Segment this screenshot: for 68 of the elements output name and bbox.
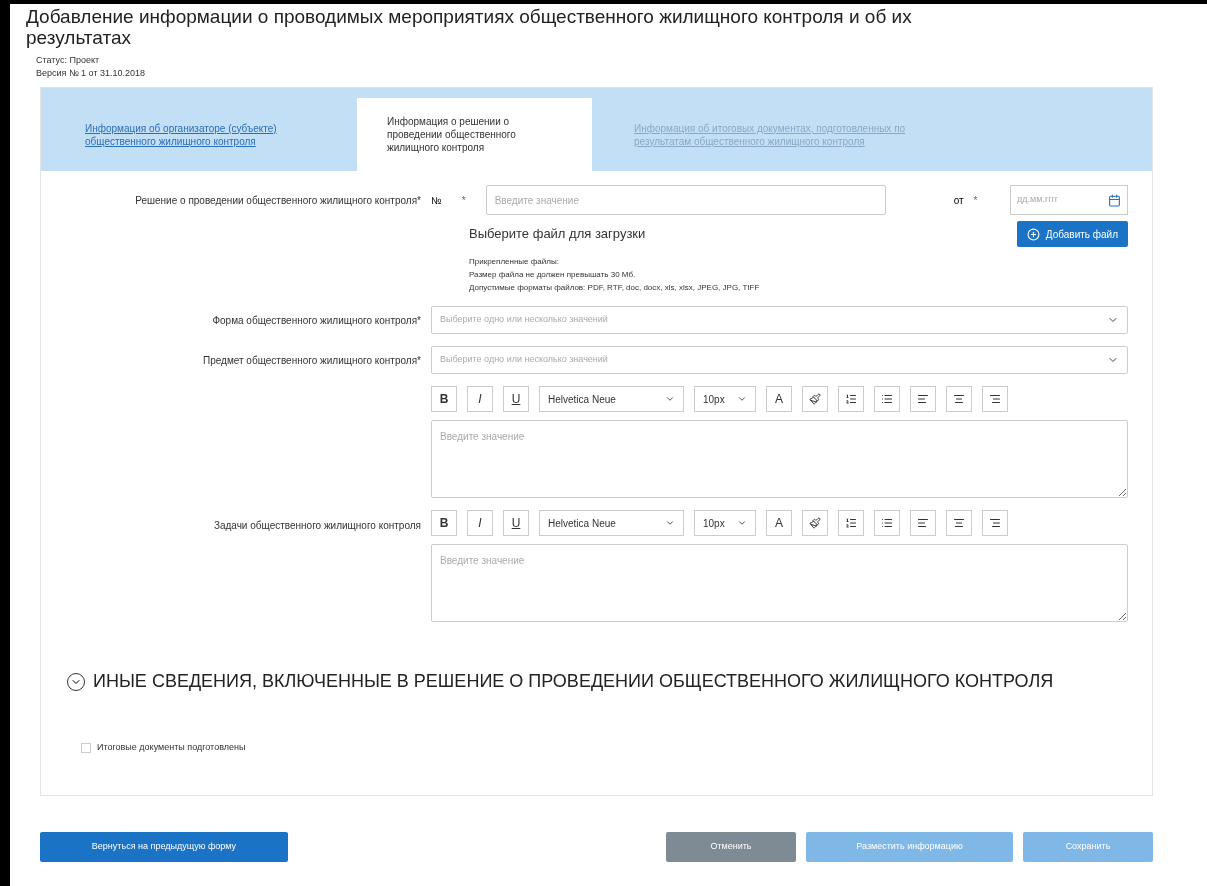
- align-left-icon: [917, 393, 929, 405]
- list-button[interactable]: [874, 386, 900, 412]
- date-label: от: [953, 193, 964, 208]
- align-center-button[interactable]: [946, 510, 972, 536]
- size-select[interactable]: 10px: [694, 510, 756, 536]
- checkbox-label: Итоговые документы подготовлены: [97, 741, 246, 754]
- bold-button[interactable]: B: [431, 386, 457, 412]
- back-button[interactable]: Вернуться на предыдущую форму: [40, 831, 288, 862]
- file-note: Допустимые форматы файлов: PDF, RTF, doc, docx, xls, xlsx, JPEG, JPG, TIFF: [469, 282, 761, 294]
- brush-button[interactable]: [802, 510, 828, 536]
- version-text: Версия № 1 от 31.10.2018: [36, 67, 147, 80]
- brush-icon: [809, 393, 821, 405]
- number-label: №: [431, 193, 442, 208]
- page-title: Добавление информации о проводимых мероприятиях общественного жилищного контроля и об их результатах: [26, 6, 913, 48]
- list-icon: [881, 517, 893, 529]
- ordered-list-icon: [845, 517, 857, 529]
- number-input[interactable]: Введите значение: [485, 185, 886, 215]
- brush-button[interactable]: [802, 386, 828, 412]
- field-label: Форма общественного жилищного контроля*: [211, 313, 421, 328]
- font-select[interactable]: Helvetica Neue: [539, 386, 684, 412]
- align-right-button[interactable]: [982, 386, 1008, 412]
- required-mark: *: [973, 193, 978, 208]
- field-label: Решение о проведении общественного жилищного контроля*: [134, 194, 421, 208]
- tab[interactable]: Информация о решении о проведении общественного жилищного контроля: [357, 98, 592, 171]
- file-note: Размер файла не должен превышать 30 Мб.: [469, 269, 637, 281]
- calendar-icon[interactable]: [1108, 193, 1121, 207]
- align-left-button[interactable]: [910, 510, 936, 536]
- align-right-icon: [989, 517, 1001, 529]
- list-icon: [881, 393, 893, 405]
- status-text: Статус: Проект: [36, 54, 101, 67]
- upload-hint: Выберите файл для загрузки: [469, 225, 646, 244]
- required-mark: *: [461, 193, 466, 208]
- align-left-button[interactable]: [910, 386, 936, 412]
- section-heading: ИНЫЕ СВЕДЕНИЯ, ВКЛЮЧЕННЫЕ В РЕШЕНИЕ О ПРОВЕДЕНИИ ОБЩЕСТВЕННОГО ЖИЛИЩНОГО КОНТРОЛЯ: [93, 670, 1054, 693]
- text-color-button[interactable]: A: [766, 510, 792, 536]
- text-color-button[interactable]: A: [766, 386, 792, 412]
- add-file-button[interactable]: Добавить файл: [1016, 221, 1128, 247]
- field-label: Предмет общественного жилищного контроля*: [201, 353, 421, 368]
- align-center-icon: [953, 393, 965, 405]
- ordered-list-icon: [845, 393, 857, 405]
- file-note: Прикрепленные файлы:: [469, 256, 560, 268]
- field-label: Задачи общественного жилищного контроля: [213, 520, 421, 531]
- ordered-list-button[interactable]: [838, 386, 864, 412]
- text-area[interactable]: Введите значение: [431, 420, 1128, 498]
- tab[interactable]: Информация об организаторе (субъекте) общественного жилищного контроля: [55, 98, 345, 171]
- bold-button[interactable]: B: [431, 510, 457, 536]
- italic-button[interactable]: I: [467, 386, 493, 412]
- align-center-button[interactable]: [946, 386, 972, 412]
- checkbox[interactable]: [81, 742, 91, 753]
- size-select[interactable]: 10px: [694, 386, 756, 412]
- align-right-button[interactable]: [982, 510, 1008, 536]
- caret-icon: [665, 518, 675, 528]
- underline-button[interactable]: U: [503, 510, 529, 536]
- brush-icon: [809, 517, 821, 529]
- cancel-button[interactable]: Отменить: [666, 831, 796, 862]
- caret-icon: [737, 394, 747, 404]
- italic-button[interactable]: I: [467, 510, 493, 536]
- caret-icon: [737, 518, 747, 528]
- font-select[interactable]: Helvetica Neue: [539, 510, 684, 536]
- text-area[interactable]: Введите значение: [431, 544, 1128, 622]
- list-button[interactable]: [874, 510, 900, 536]
- plus-icon: [1026, 227, 1040, 241]
- ordered-list-button[interactable]: [838, 510, 864, 536]
- align-right-icon: [989, 393, 1001, 405]
- align-left-icon: [917, 517, 929, 529]
- caret-icon: [665, 394, 675, 404]
- align-center-icon: [953, 517, 965, 529]
- underline-button[interactable]: U: [503, 386, 529, 412]
